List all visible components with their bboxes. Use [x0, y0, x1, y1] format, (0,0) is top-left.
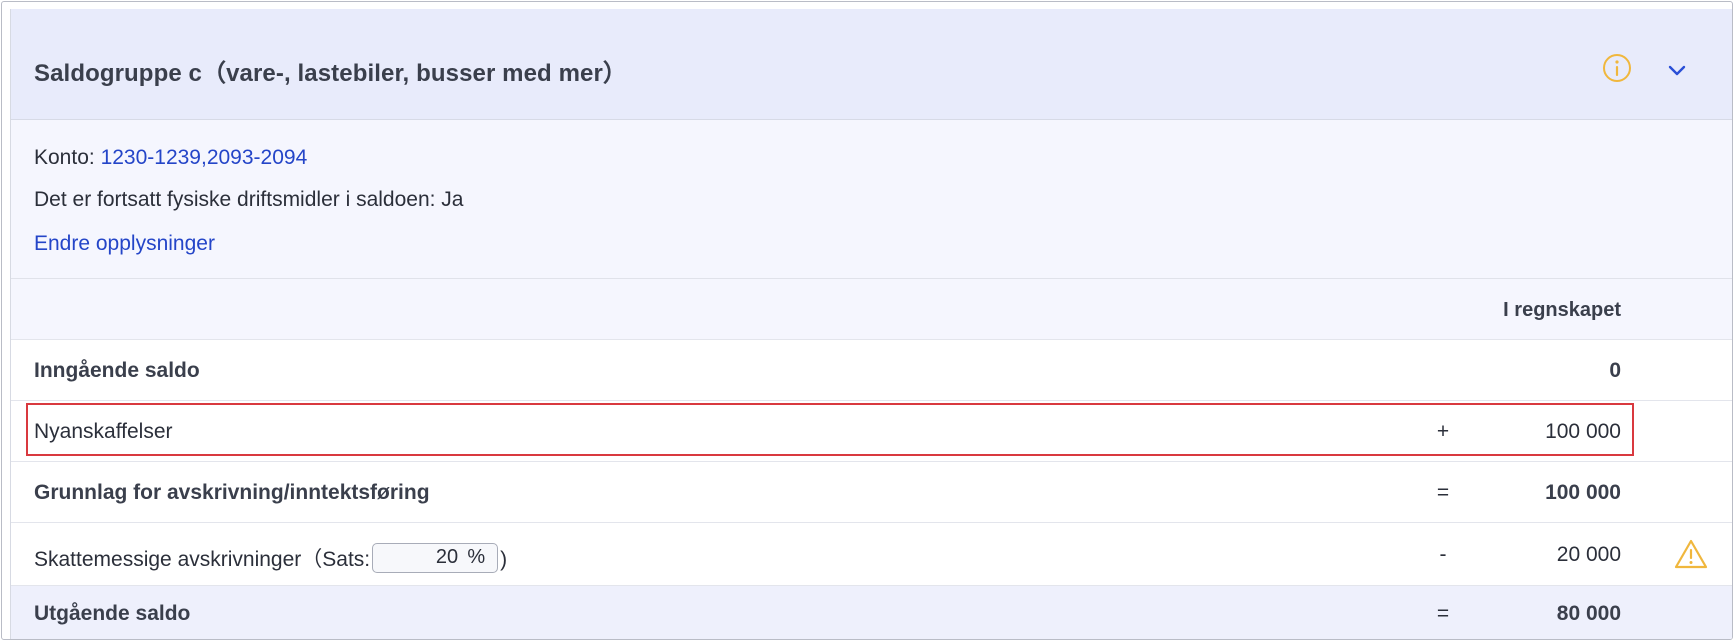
chevron-down-icon[interactable]: [1665, 58, 1689, 82]
row-inngaende-saldo: Inngående saldo 0: [11, 340, 1732, 401]
row-label: Inngående saldo: [34, 359, 200, 382]
row-operator: +: [1436, 420, 1450, 443]
row-value: 0: [1609, 359, 1621, 382]
row-label: Grunnlag for avskrivning/inntektsføring: [34, 481, 430, 504]
row-operator: =: [1436, 481, 1450, 504]
app-frame: Saldogruppe c（vare-, lastebiler, busser …: [1, 1, 1733, 640]
row-label-prefix: Skattemessige avskrivninger（Sats:: [34, 548, 371, 571]
konto-link[interactable]: 1230-1239,2093-2094: [101, 146, 308, 169]
sats-rate-unit: %: [467, 546, 486, 569]
info-circle-icon[interactable]: [1601, 52, 1633, 84]
row-nyanskaffelser[interactable]: Nyanskaffelser + 100 000: [11, 401, 1732, 462]
row-label: Skattemessige avskrivninger（Sats: 20%): [34, 543, 507, 575]
row-operator: -: [1439, 543, 1447, 566]
row-utgaende-saldo: Utgående saldo = 80 000: [11, 586, 1732, 639]
sats-rate-value: 20: [435, 546, 459, 569]
column-header-i-regnskapet: I regnskapet: [1503, 299, 1621, 321]
details-panel: Konto: 1230-1239,2093-2094 Det er fortsa…: [11, 120, 1732, 279]
fysiske-driftsmidler-text: Det er fortsatt fysiske driftsmidler i s…: [34, 188, 464, 211]
row-label-suffix: ): [500, 548, 508, 571]
row-value: 80 000: [1556, 602, 1621, 625]
konto-label: Konto:: [34, 146, 101, 169]
row-grunnlag: Grunnlag for avskrivning/inntektsføring …: [11, 462, 1732, 523]
card-header[interactable]: Saldogruppe c（vare-, lastebiler, busser …: [11, 9, 1732, 120]
highlight-box: [26, 403, 1634, 456]
table-column-header: I regnskapet: [11, 279, 1732, 340]
row-operator: =: [1436, 602, 1450, 625]
endre-opplysninger-link[interactable]: Endre opplysninger: [34, 232, 215, 255]
row-value: 100 000: [1545, 481, 1621, 504]
warning-triangle-icon[interactable]: [1674, 539, 1708, 569]
row-value: 20 000: [1556, 543, 1621, 566]
saldogruppe-card: Saldogruppe c（vare-, lastebiler, busser …: [10, 9, 1732, 639]
row-skattemessige-avskrivninger: Skattemessige avskrivninger（Sats: 20%) - …: [11, 523, 1732, 586]
row-label: Utgående saldo: [34, 602, 191, 625]
konto-line: Konto: 1230-1239,2093-2094: [34, 146, 307, 170]
sats-rate-input[interactable]: 20%: [372, 543, 499, 574]
row-label: Nyanskaffelser: [34, 420, 173, 443]
row-value: 100 000: [1545, 420, 1621, 443]
card-title: Saldogruppe c（vare-, lastebiler, busser …: [34, 60, 628, 87]
